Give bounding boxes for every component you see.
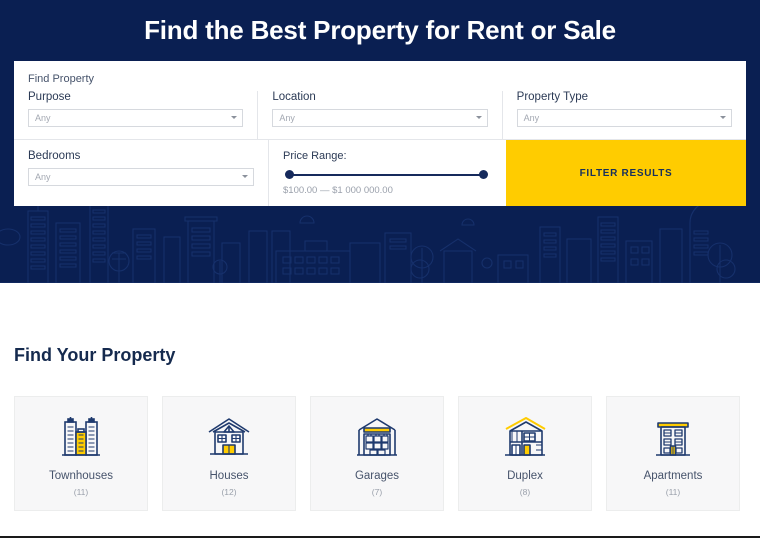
purpose-label: Purpose [28, 91, 71, 103]
category-count: (12) [221, 487, 237, 498]
property-type-select[interactable]: Any [516, 109, 732, 127]
field-location: Location Any [257, 91, 501, 139]
field-purpose: Purpose Any [14, 91, 257, 139]
property-type-value: Any [523, 113, 540, 123]
location-value: Any [279, 113, 295, 123]
bedrooms-value: Any [35, 172, 51, 182]
slider-handle-min[interactable] [285, 170, 294, 179]
townhouses-icon [57, 410, 105, 460]
category-card-townhouses[interactable]: Townhouses (11) [14, 396, 148, 511]
hero-banner: Find the Best Property for Rent or Sale [0, 0, 760, 283]
price-range-value: $100.00 — $1 000 000.00 [283, 185, 393, 196]
form-row-top: Purpose Any Location Any Property Type A… [14, 91, 746, 140]
bedrooms-select[interactable]: Any [28, 168, 254, 186]
category-card-duplex[interactable]: Duplex (8) [458, 396, 592, 511]
chevron-down-icon [719, 116, 726, 119]
price-range-label: Price Range: [283, 150, 347, 162]
find-your-property-section: Find Your Property Townhouses (11) House… [0, 283, 760, 511]
location-label: Location [272, 91, 316, 103]
price-range-slider[interactable] [285, 170, 488, 180]
category-label: Duplex [507, 469, 543, 482]
form-row-bottom: Bedrooms Any Price Range: $100.00 — $1 0… [14, 140, 746, 206]
field-property-type: Property Type Any [501, 91, 746, 139]
category-count: (11) [665, 487, 681, 498]
category-label: Houses [209, 469, 249, 482]
field-bedrooms: Bedrooms Any [14, 140, 268, 206]
category-label: Townhouses [49, 469, 113, 482]
category-card-garages[interactable]: Garages (7) [310, 396, 444, 511]
chevron-down-icon [475, 116, 482, 119]
bedrooms-label: Bedrooms [28, 150, 81, 162]
footer-divider [0, 536, 760, 538]
property-search-form: Find Property Purpose Any Location Any P… [14, 61, 746, 206]
slider-track [289, 174, 484, 176]
field-price-range: Price Range: $100.00 — $1 000 000.00 [268, 140, 506, 206]
purpose-value: Any [35, 113, 51, 123]
house-icon [204, 410, 254, 460]
duplex-icon [500, 410, 550, 460]
category-card-apartments[interactable]: Apartments (11) [606, 396, 740, 511]
slider-handle-max[interactable] [479, 170, 488, 179]
apartment-icon [649, 410, 697, 460]
section-title: Find Your Property [14, 345, 176, 365]
category-label: Apartments [643, 469, 703, 482]
filter-results-button[interactable]: FILTER RESULTS [506, 140, 746, 206]
page-title: Find the Best Property for Rent or Sale [144, 15, 616, 45]
city-skyline-illustration [0, 200, 760, 283]
category-count: (8) [519, 487, 531, 498]
category-card-houses[interactable]: Houses (12) [162, 396, 296, 511]
category-count: (11) [73, 487, 89, 498]
category-count: (7) [371, 487, 383, 498]
form-heading: Find Property [28, 73, 95, 85]
purpose-select[interactable]: Any [28, 109, 244, 127]
garage-icon [353, 410, 401, 460]
category-card-list: Townhouses (11) Houses (12) Garages (7) … [14, 366, 746, 511]
property-type-label: Property Type [516, 91, 589, 103]
chevron-down-icon [231, 116, 238, 119]
category-label: Garages [354, 469, 400, 482]
chevron-down-icon [242, 175, 248, 178]
location-select[interactable]: Any [272, 109, 488, 127]
